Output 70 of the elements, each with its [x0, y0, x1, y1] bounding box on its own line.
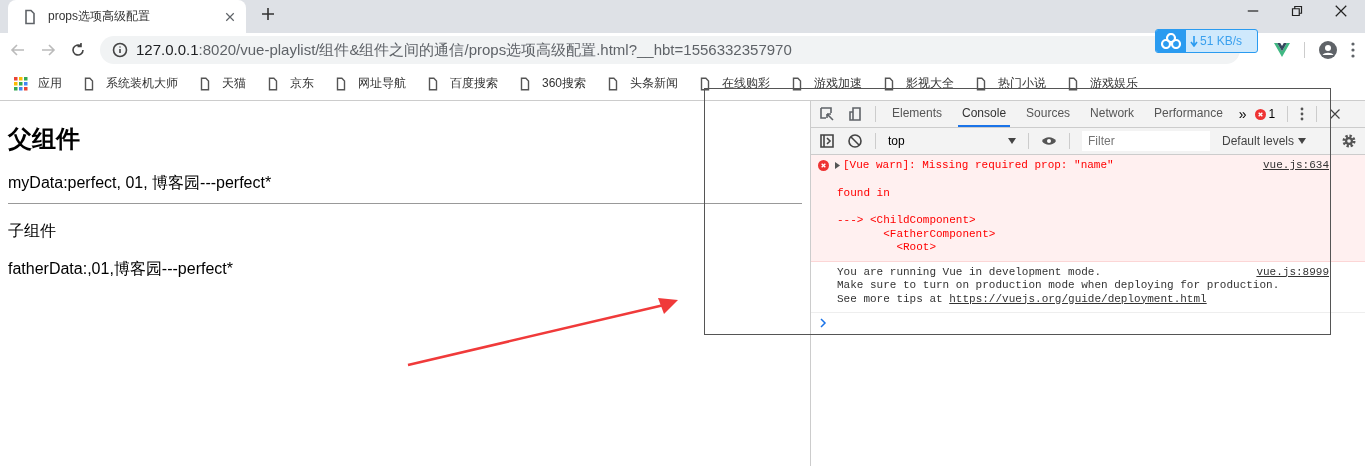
page-heading: 父组件 [8, 124, 81, 154]
error-icon [1254, 108, 1266, 120]
download-arrow-icon [1190, 35, 1198, 47]
more-options-icon[interactable] [1300, 107, 1305, 121]
bookmark[interactable]: 游戏加速 [790, 75, 863, 92]
message-text: See more tips at [837, 292, 944, 306]
filter-field[interactable]: Filter [1082, 131, 1210, 151]
close-icon[interactable] [1329, 108, 1342, 120]
section-heading: 子组件 [8, 221, 57, 241]
expand-triangle-icon[interactable] [835, 162, 840, 170]
info-icon [112, 42, 128, 58]
devtools-tab[interactable]: Network [1086, 101, 1139, 127]
devtools-tab[interactable]: Elements [888, 101, 947, 127]
bookmark[interactable]: 百度搜索 [426, 75, 498, 92]
error-icon [818, 160, 829, 171]
bookmark[interactable]: 影视大全 [882, 75, 955, 92]
bookmark[interactable]: 网址导航 [334, 75, 406, 92]
context-select[interactable]: top [888, 134, 1016, 148]
docs-link[interactable]: https://vuejs.org/guide/deployment.html [949, 292, 1207, 306]
bookmark[interactable]: 京东 [266, 75, 314, 92]
data-text: fatherData:,01,博客园---perfect* [8, 259, 234, 279]
document-icon [426, 76, 440, 91]
message-text: Make sure to turn on production mode when deploying for production. [837, 279, 1280, 293]
source-link[interactable]: vue.js:634 [1263, 159, 1329, 173]
settings-icon[interactable] [1341, 133, 1357, 149]
trace-line: <Root> [895, 241, 937, 255]
prompt-icon[interactable] [819, 318, 827, 328]
dropdown-caret-icon [1298, 138, 1307, 144]
bookmark[interactable]: 游戏娱乐 [1066, 75, 1139, 92]
apps-grid-icon [14, 76, 28, 91]
document-icon [22, 8, 38, 25]
dropdown-caret-icon [1008, 138, 1016, 144]
reload-icon[interactable] [70, 42, 86, 58]
close-icon[interactable] [1335, 4, 1347, 17]
bookmark[interactable]: 系统装机大师 [82, 75, 178, 92]
source-link[interactable]: vue.js:8999 [1256, 265, 1329, 279]
device-icon[interactable] [847, 106, 863, 122]
document-icon [266, 76, 280, 91]
url-text: 127.0.0.1:8020/vue-playlist/组件&组件之间的通信/props选项高级配置.html?__hbt=1556332357970 [136, 40, 792, 60]
bookmark[interactable]: 头条新闻 [606, 75, 679, 92]
devtools-tab[interactable]: Sources [1022, 101, 1075, 127]
bookmark[interactable]: 360搜索 [518, 75, 587, 92]
message-text: You are running Vue in development mode. [837, 265, 1102, 279]
cloud-icon [1161, 33, 1181, 49]
trace-line: ---> <ChildComponent> [837, 214, 976, 228]
bookmark[interactable]: 在线购彩 [698, 75, 771, 92]
browser-tab[interactable]: props选项高级配置 [8, 0, 246, 33]
log-levels-dropdown[interactable]: Default levels [1222, 134, 1307, 148]
bookmark[interactable]: 天猫 [198, 75, 246, 92]
new-tab-icon[interactable] [260, 6, 276, 22]
error-count[interactable]: 1 [1254, 107, 1276, 121]
trace-line: <FatherComponent> [882, 227, 996, 241]
document-icon [198, 76, 212, 91]
inspect-icon[interactable] [819, 106, 835, 122]
account-icon[interactable] [1319, 41, 1337, 59]
vue-logo-icon[interactable] [1274, 43, 1290, 57]
menu-icon[interactable] [1351, 42, 1355, 58]
more-tabs-button[interactable]: » [1238, 106, 1247, 122]
restore-icon[interactable] [1291, 4, 1303, 17]
bookmark[interactable]: 应用 [14, 75, 62, 92]
document-icon [518, 76, 532, 91]
clear-console-icon[interactable] [847, 133, 863, 149]
error-text: [Vue warn]: Missing required prop: "name" [843, 159, 1114, 173]
document-icon [334, 76, 348, 91]
sidebar-toggle-icon[interactable] [819, 133, 835, 149]
close-icon[interactable] [224, 10, 236, 23]
document-icon [82, 76, 96, 91]
data-text: myData:perfect, 01, 博客园---perfect* [8, 173, 273, 193]
message-text: found in [837, 186, 890, 200]
devtools-tab[interactable]: Performance [1150, 101, 1227, 127]
